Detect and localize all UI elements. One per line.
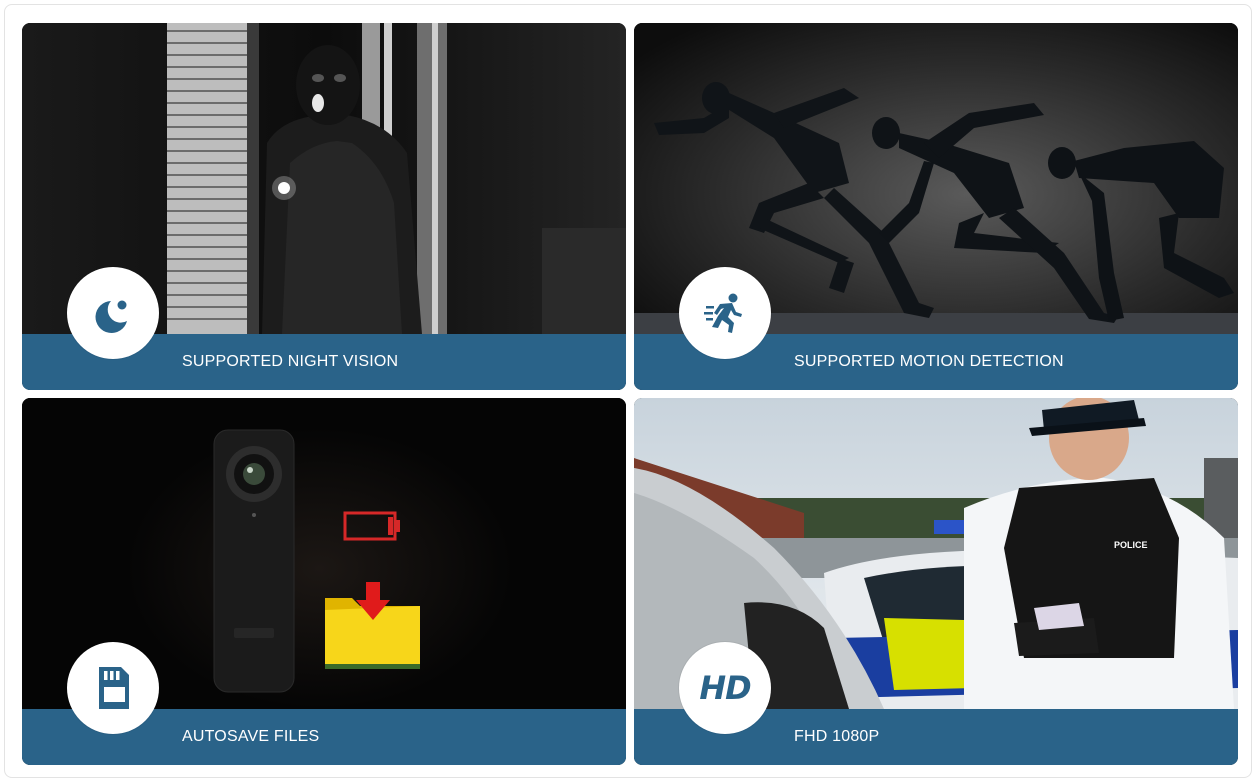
running-person-icon xyxy=(704,293,742,333)
feature-caption: FHD 1080P xyxy=(794,728,880,745)
hd-icon: HD xyxy=(699,669,751,707)
icon-badge xyxy=(67,642,159,734)
feature-caption: SUPPORTED NIGHT VISION xyxy=(182,353,399,370)
feature-caption: AUTOSAVE FILES xyxy=(182,728,320,745)
icon-badge xyxy=(679,267,771,359)
feature-card-motion-detection: SUPPORTED MOTION DETECTION xyxy=(634,23,1238,390)
feature-card-autosave: AUTOSAVE FILES xyxy=(22,398,626,765)
feature-card-fhd: POLICE FHD 1080P HD xyxy=(634,398,1238,765)
sd-card-icon xyxy=(99,667,129,709)
icon-badge xyxy=(67,267,159,359)
police-vest-text: POLICE xyxy=(1114,540,1148,550)
feature-card-night-vision: SUPPORTED NIGHT VISION xyxy=(22,23,626,390)
feature-caption: SUPPORTED MOTION DETECTION xyxy=(794,353,1064,370)
moon-icon xyxy=(95,300,127,333)
icon-badge: HD xyxy=(679,642,771,734)
